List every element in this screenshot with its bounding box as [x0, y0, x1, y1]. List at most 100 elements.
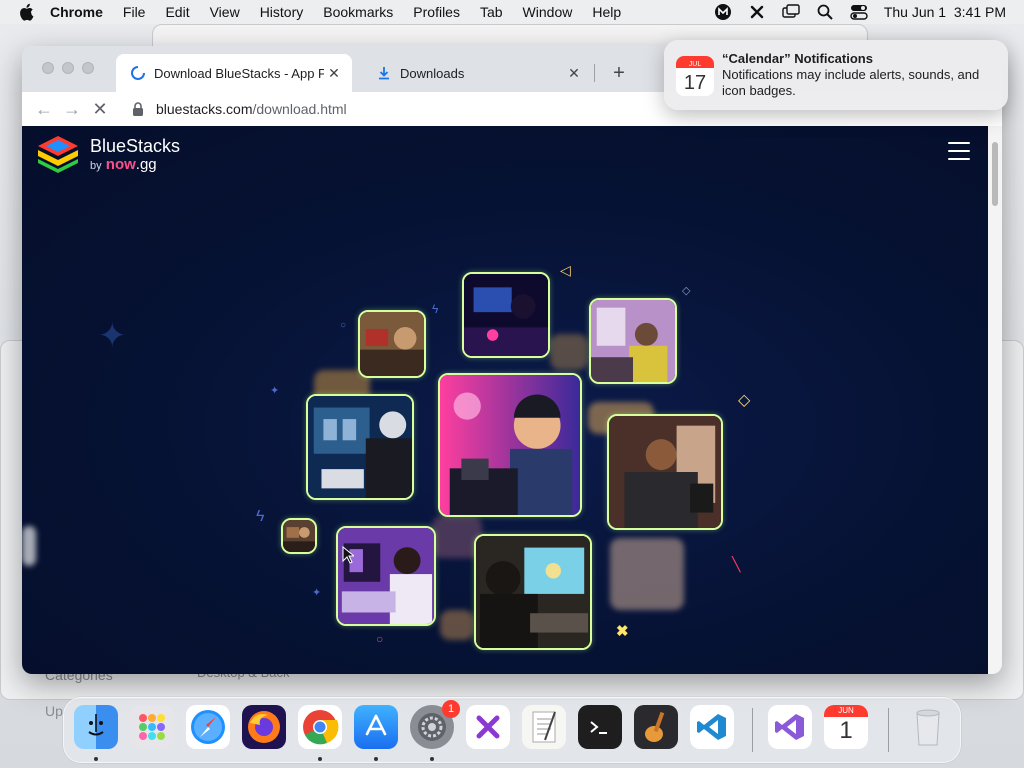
loading-spinner-icon [130, 65, 146, 81]
bluestacks-logo-icon [38, 136, 78, 173]
page-content: BlueStacks by now.gg ◁ ◇ ◇ ϟ ϟ ✦ ✦ ╲ ✖ ○… [22, 126, 988, 674]
calendar-app-icon: JUL 17 [676, 56, 714, 96]
page-scrollbar[interactable] [988, 126, 1002, 674]
app-store-icon[interactable] [354, 705, 398, 749]
terminal-icon[interactable] [578, 705, 622, 749]
gamer-photo-7 [336, 526, 436, 626]
textedit-icon[interactable] [522, 705, 566, 749]
sparkle-ring-icon: ○ [340, 320, 347, 331]
menu-file[interactable]: File [123, 4, 146, 20]
scrollbar-thumb[interactable] [992, 142, 998, 206]
hamburger-menu-icon[interactable] [948, 142, 970, 160]
launchpad-icon[interactable] [130, 705, 174, 749]
gamer-photo-main [438, 373, 582, 517]
minimize-window-button[interactable] [62, 62, 74, 74]
running-indicator [430, 757, 434, 761]
sparkle-star-icon: ✦ [270, 385, 280, 397]
new-tab-button[interactable]: + [606, 60, 632, 86]
chrome-icon[interactable] [298, 705, 342, 749]
blurred-photo [22, 526, 36, 566]
tools-icon[interactable] [748, 3, 766, 21]
background-sidebar-label-2: Up [45, 703, 63, 719]
sparkle-bolt-icon: ϟ [432, 302, 439, 316]
running-indicator [374, 757, 378, 761]
perplexity-icon[interactable] [466, 705, 510, 749]
menu-view[interactable]: View [210, 4, 240, 20]
logo-by: by [90, 159, 102, 172]
dock-calendar-day: 1 [839, 717, 853, 744]
trash-icon[interactable] [906, 705, 950, 749]
menu-window[interactable]: Window [523, 4, 573, 20]
spotlight-search-icon[interactable] [816, 3, 834, 21]
tab-separator [594, 64, 595, 82]
sparkle-bolt-icon: ϟ [256, 508, 265, 525]
notification-body: Notifications may include alerts, sounds… [722, 67, 980, 98]
gamer-photo-6 [281, 518, 317, 554]
url-host: bluestacks.com [156, 101, 253, 117]
dock: 1 JUN 1 [63, 697, 961, 763]
garageband-icon[interactable] [634, 705, 678, 749]
menu-tab[interactable]: Tab [480, 4, 503, 20]
safari-icon[interactable] [186, 705, 230, 749]
sparkle-kite-icon: ◇ [738, 392, 751, 409]
menu-edit[interactable]: Edit [165, 4, 189, 20]
tab-title: Download BlueStacks - App Pl [154, 65, 324, 81]
window-controls [42, 62, 94, 74]
apple-menu-icon[interactable] [18, 3, 36, 21]
vscode-icon[interactable] [690, 705, 734, 749]
calendar-notification[interactable]: JUL 17 “Calendar” Notifications Notifica… [664, 40, 1008, 110]
sparkle-ring-icon: ○ [376, 632, 384, 646]
menu-profiles[interactable]: Profiles [413, 4, 460, 20]
maximize-window-button[interactable] [82, 62, 94, 74]
gamer-photo-8 [474, 534, 592, 650]
close-tab-icon[interactable]: ✕ [324, 63, 344, 83]
firefox-icon[interactable] [242, 705, 286, 749]
calendar-icon[interactable]: JUN 1 [824, 705, 868, 749]
tab-title: Downloads [400, 65, 465, 81]
bluestacks-logo[interactable]: BlueStacks by now.gg [36, 134, 180, 174]
stop-loading-icon[interactable]: ✕ [86, 95, 114, 123]
back-arrow-icon[interactable]: ← [30, 95, 58, 123]
sparkle-kite-icon: ◇ [682, 285, 691, 297]
download-icon [376, 65, 392, 81]
running-indicator [94, 757, 98, 761]
close-window-button[interactable] [42, 62, 54, 74]
notification-calendar-month: JUL [689, 61, 702, 68]
blurred-photo [610, 538, 684, 610]
lock-icon[interactable] [132, 102, 146, 116]
screen-mirroring-icon[interactable] [782, 3, 800, 21]
tab-downloads[interactable]: Downloads ✕ [362, 54, 592, 92]
gamer-photo-4 [306, 394, 414, 500]
forward-arrow-icon[interactable]: → [58, 95, 86, 123]
gamer-photo-5 [607, 414, 723, 530]
visual-studio-icon[interactable] [768, 705, 812, 749]
sparkle-star-icon: ✦ [312, 587, 322, 599]
close-tab-icon[interactable]: ✕ [564, 63, 584, 83]
menu-bar: Chrome File Edit View History Bookmarks … [0, 0, 1024, 24]
sparkle-star-icon: ✦ [98, 317, 127, 355]
menu-chrome[interactable]: Chrome [50, 4, 103, 20]
menu-help[interactable]: Help [592, 4, 621, 20]
menu-history[interactable]: History [260, 4, 304, 20]
sparkle-x-icon: ✖ [616, 623, 629, 640]
sparkle-triangle-icon: ◁ [560, 262, 571, 278]
url-path: /download.html [252, 101, 347, 117]
malwarebytes-icon[interactable] [714, 3, 732, 21]
dock-separator [888, 708, 889, 752]
tab-bluestacks-download[interactable]: Download BlueStacks - App Pl ✕ [116, 54, 352, 92]
menu-bookmarks[interactable]: Bookmarks [323, 4, 393, 20]
notification-calendar-day: 17 [684, 72, 706, 94]
blurred-photo [440, 610, 474, 640]
chrome-window: Download BlueStacks - App Pl ✕ Downloads… [22, 46, 1002, 674]
menubar-clock[interactable]: Thu Jun 1 3:41 PM [884, 4, 1006, 20]
control-center-icon[interactable] [850, 3, 868, 21]
gamer-photo-3 [589, 298, 677, 384]
notification-title: “Calendar” Notifications [722, 51, 873, 66]
dock-separator [752, 708, 753, 752]
logo-title: BlueStacks [90, 135, 181, 156]
dock-calendar-month: JUN [824, 705, 868, 717]
gamer-photo-2 [462, 272, 550, 358]
finder-icon[interactable] [74, 705, 118, 749]
running-indicator [318, 757, 322, 761]
blurred-photo [550, 334, 588, 370]
